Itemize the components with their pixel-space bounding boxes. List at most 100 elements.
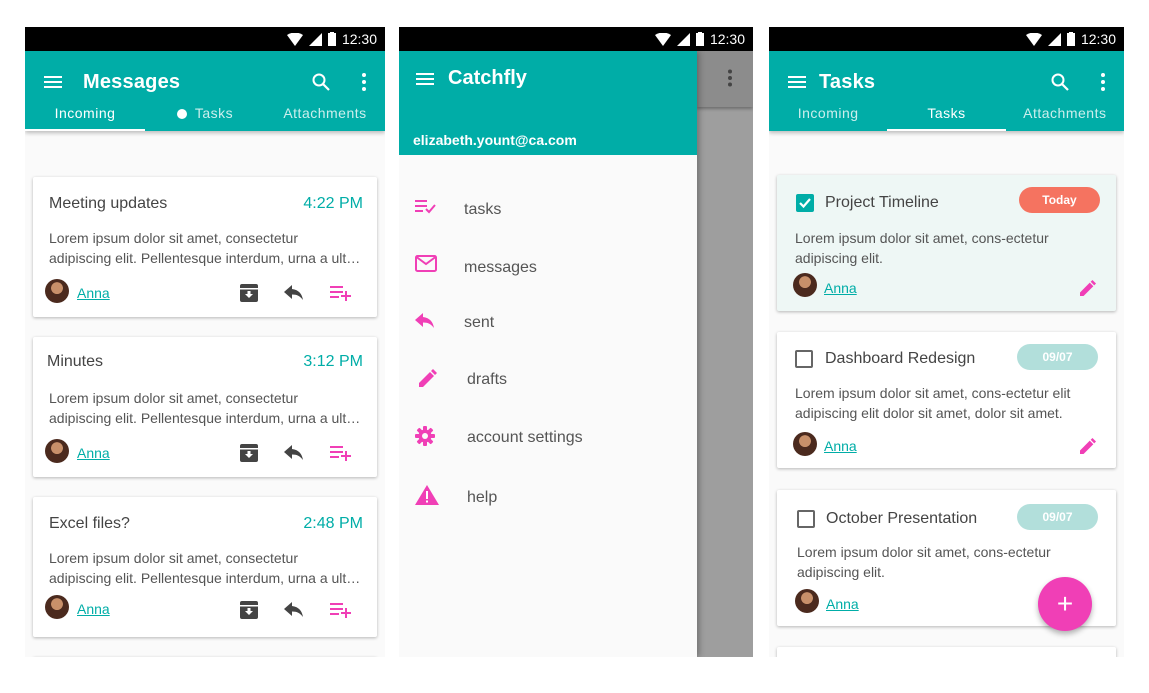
tab-label: Tasks [927, 105, 966, 121]
message-card[interactable]: Minutes 3:12 PM Lorem ipsum dolor sit am… [33, 337, 377, 477]
drawer-item-messages[interactable]: messages [399, 245, 697, 285]
reply-icon[interactable] [284, 602, 304, 618]
drawer-header: Catchfly elizabeth.yount@ca.com [399, 51, 697, 155]
avatar [45, 595, 69, 619]
menu-icon[interactable] [415, 69, 435, 89]
tab-attachments[interactable]: Attachments [265, 99, 385, 131]
gear-icon [415, 426, 435, 446]
drawer-item-label: account settings [467, 429, 583, 446]
task-card-partial[interactable] [777, 647, 1116, 657]
wifi-icon [1025, 32, 1042, 46]
author-link[interactable]: Anna [824, 280, 857, 296]
archive-icon[interactable] [239, 283, 259, 303]
task-checkbox[interactable] [797, 510, 815, 528]
edit-icon[interactable] [1080, 438, 1096, 454]
avatar [793, 432, 817, 456]
drawer-item-label: sent [464, 314, 495, 331]
drawer-item-sent[interactable]: sent [399, 301, 697, 341]
tab-tasks[interactable]: Tasks [887, 99, 1006, 131]
message-time: 2:48 PM [303, 515, 363, 532]
task-checkbox[interactable] [795, 350, 813, 368]
more-vert-icon[interactable] [1100, 72, 1106, 92]
author-link[interactable]: Anna [77, 601, 110, 617]
task-title: Project Timeline [825, 194, 939, 211]
unread-dot-icon [176, 109, 187, 119]
drawer-item-account-settings[interactable]: account settings [399, 415, 697, 455]
task-list-icon [415, 200, 436, 214]
reply-icon[interactable] [284, 285, 304, 301]
author-link[interactable]: Anna [77, 285, 110, 301]
drawer-item-tasks[interactable]: tasks [399, 187, 697, 227]
drawer-item-label: messages [464, 259, 537, 276]
add-to-list-icon[interactable] [330, 602, 352, 618]
archive-icon[interactable] [239, 600, 259, 620]
messages-screen: 12:30 Messages Incoming Tasks Attachment… [25, 27, 385, 657]
signal-icon [308, 32, 322, 46]
tab-bar: Incoming Tasks Attachments [769, 99, 1124, 131]
avatar [795, 589, 819, 613]
tab-attachments[interactable]: Attachments [1006, 99, 1124, 131]
tab-label: Tasks [194, 105, 234, 121]
app-bar: Messages Incoming Tasks Attachments [25, 51, 385, 131]
drawer-item-help[interactable]: help [399, 475, 697, 515]
avatar [45, 279, 69, 303]
drawer-item-drafts[interactable]: drafts [399, 357, 697, 397]
tab-label: Incoming [54, 105, 116, 121]
message-card[interactable]: Excel files? 2:48 PM Lorem ipsum dolor s… [33, 497, 377, 637]
task-description: Lorem ipsum dolor sit amet, cons-ectetur… [795, 383, 1102, 423]
description-line: Lorem ipsum dolor sit amet, cons-ectetur… [795, 385, 1071, 401]
search-icon[interactable] [1050, 72, 1070, 92]
status-bar: 12:30 [399, 27, 753, 51]
battery-icon [695, 32, 704, 46]
battery-icon [1066, 32, 1075, 46]
message-card[interactable]: Meeting updates 4:22 PM Lorem ipsum dolo… [33, 177, 377, 317]
drawer-scrim[interactable] [697, 51, 753, 657]
more-vert-icon[interactable] [361, 72, 367, 92]
archive-icon[interactable] [239, 443, 259, 463]
edit-icon[interactable] [1080, 280, 1096, 296]
preview-line: Lorem ipsum dolor sit amet, consectetur [49, 390, 298, 406]
message-preview: Lorem ipsum dolor sit amet, consectetur a… [49, 548, 363, 588]
status-bar: 12:30 [25, 27, 385, 51]
preview-line: Lorem ipsum dolor sit amet, consectetur [49, 230, 298, 246]
due-badge: 09/07 [1017, 504, 1098, 530]
task-title: October Presentation [826, 510, 978, 527]
message-subject: Minutes [47, 353, 104, 370]
author-link[interactable]: Anna [826, 596, 859, 612]
menu-icon[interactable] [787, 72, 807, 92]
preview-line: adipiscing elit. Pellentesque interdum, … [49, 570, 363, 586]
preview-line: adipiscing elit. Pellentesque interdum, … [49, 410, 363, 426]
navigation-drawer-screen: 12:30 Catchfly elizabeth.yount@ca.com ta… [399, 27, 753, 657]
description-line: Lorem ipsum dolor sit amet, cons-ectetur [797, 544, 1051, 560]
add-to-list-icon[interactable] [330, 285, 352, 301]
description-line: adipiscing elit. [795, 250, 883, 266]
task-card[interactable]: Project Timeline Today Lorem ipsum dolor… [777, 175, 1116, 311]
author-link[interactable]: Anna [824, 438, 857, 454]
preview-line: adipiscing elit. Pellentesque interdum, … [49, 250, 363, 266]
reply-icon[interactable] [284, 445, 304, 461]
due-badge: Today [1019, 187, 1100, 213]
status-bar: 12:30 [769, 27, 1124, 51]
description-line: adipiscing elit dolor sit amet, dolor si… [795, 405, 1063, 421]
message-preview: Lorem ipsum dolor sit amet, consectetur a… [49, 228, 363, 268]
add-task-button[interactable]: + [1038, 577, 1092, 631]
author-link[interactable]: Anna [77, 445, 110, 461]
wifi-icon [286, 32, 303, 46]
status-time: 12:30 [1080, 31, 1116, 47]
search-icon[interactable] [311, 72, 331, 92]
more-vert-icon [728, 69, 732, 87]
drawer-item-label: drafts [467, 371, 508, 388]
task-card[interactable]: Dashboard Redesign 09/07 Lorem ipsum dol… [777, 332, 1116, 468]
navigation-drawer: Catchfly elizabeth.yount@ca.com tasks me… [399, 51, 697, 657]
add-to-list-icon[interactable] [330, 445, 352, 461]
tab-tasks[interactable]: Tasks [145, 99, 265, 131]
mail-icon [415, 255, 437, 272]
menu-icon[interactable] [43, 72, 63, 92]
description-line: Lorem ipsum dolor sit amet, cons-ectetur [795, 230, 1049, 246]
drawer-item-label: tasks [464, 201, 502, 218]
tab-incoming[interactable]: Incoming [769, 99, 887, 131]
warning-icon [415, 485, 439, 505]
task-checkbox[interactable] [796, 194, 814, 212]
tab-incoming[interactable]: Incoming [25, 99, 145, 131]
dimmed-app-bar [697, 51, 753, 107]
